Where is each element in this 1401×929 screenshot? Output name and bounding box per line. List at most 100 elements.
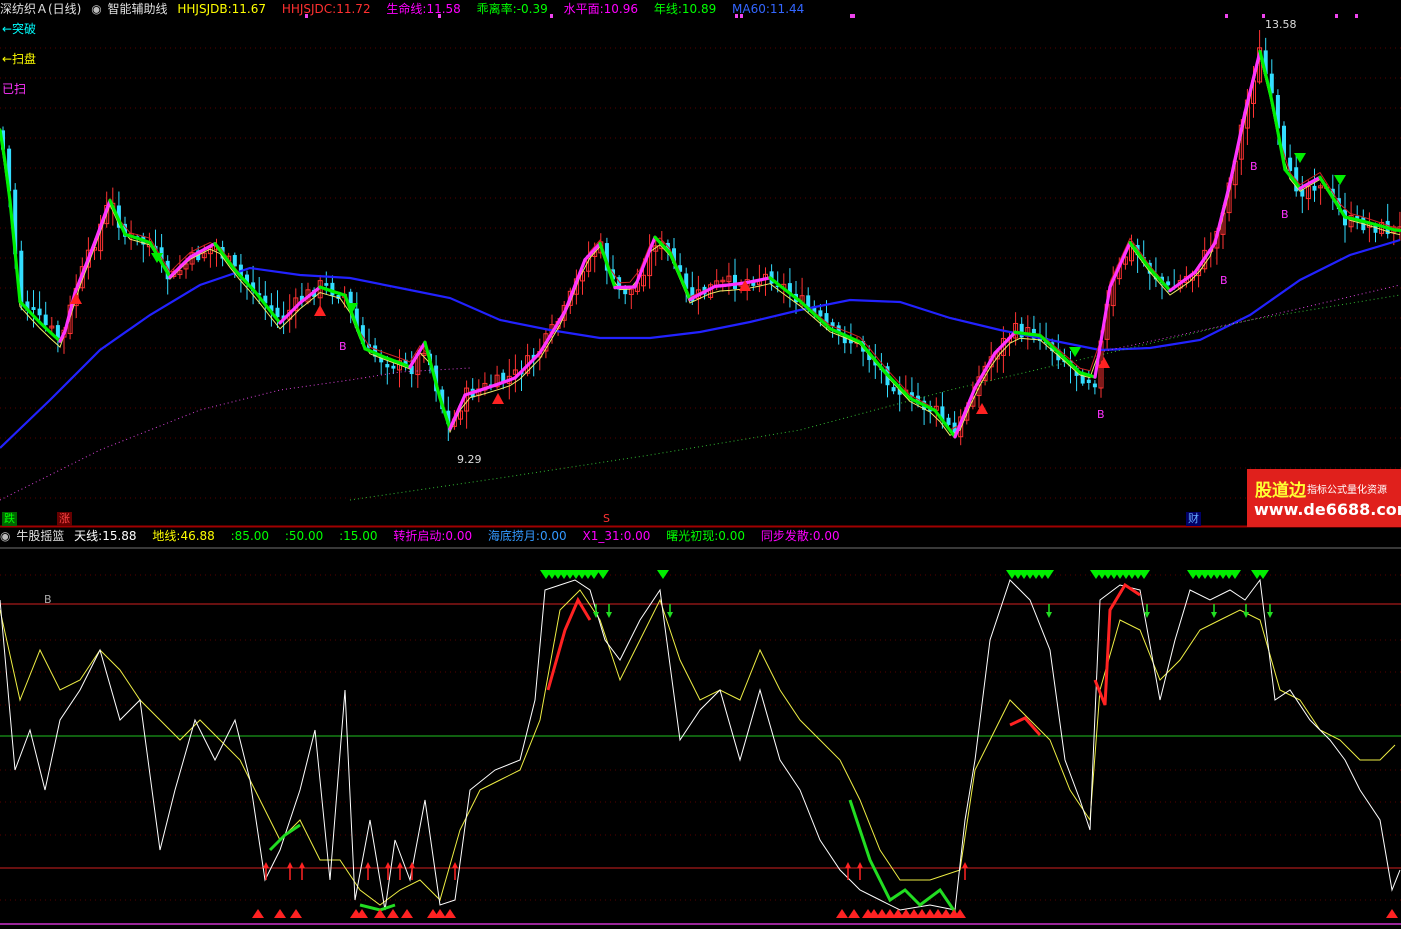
life-line-segment <box>63 310 72 334</box>
candle-body <box>1092 383 1097 388</box>
watermark-url: www.de6688.com <box>1254 500 1401 519</box>
up-arrow-icon <box>397 862 403 868</box>
legend-break: ←突破 <box>2 22 37 36</box>
top-dot-marker <box>1355 14 1358 18</box>
stock-title[interactable]: 深纺织Ａ(日线) <box>0 2 81 16</box>
bottom-buy-triangle-icon <box>387 909 399 918</box>
indicator-name[interactable]: 智能辅助线 <box>108 2 168 16</box>
buy-triangle-icon <box>314 305 326 316</box>
up-arrow-icon <box>409 862 415 868</box>
price-chart[interactable] <box>0 0 1401 929</box>
life-line-segment <box>1118 252 1127 267</box>
red-strength-segment <box>1009 716 1042 736</box>
up-arrow-icon <box>287 862 293 868</box>
top-dot-marker <box>852 14 855 18</box>
watermark-logo: 股道边 指标公式量化资源 www.de6688.com <box>1247 469 1401 527</box>
buy-triangle-icon <box>976 403 988 414</box>
candle-body <box>1086 379 1091 384</box>
high-price-label: 13.58 <box>1265 18 1297 31</box>
candle-body <box>31 307 36 310</box>
hdr-item-4: 水平面:10.96 <box>563 2 638 16</box>
ma60-line <box>0 238 1401 449</box>
sky-line <box>0 578 1401 911</box>
life-line-segment <box>108 198 117 214</box>
b-marker: B <box>1281 208 1289 221</box>
candlestick-series <box>1 30 1401 446</box>
candle-body <box>391 365 396 369</box>
candle-body <box>37 308 42 316</box>
life-line-segment <box>1268 90 1277 119</box>
red-strength-segment <box>1093 582 1141 706</box>
green-weak-segment <box>848 799 957 913</box>
watermark-title: 股道边 <box>1255 481 1306 501</box>
sub-item-6: 海底捞月:0.00 <box>487 529 567 543</box>
legend-sweep: ←扫盘 <box>2 52 37 66</box>
down-arrow-icon <box>667 612 673 618</box>
sub-item-8: 曙光初现:0.00 <box>666 529 745 543</box>
up-arrow-icon <box>365 862 371 868</box>
b-marker: B <box>1250 160 1258 173</box>
life-line-segment <box>1108 274 1117 289</box>
main-chart-header: 深纺织Ａ(日线) ◉ 智能辅助线 HHJSJDB:11.67 HHJSJDC:1… <box>0 0 816 18</box>
down-arrow-icon <box>606 612 612 618</box>
bottom-buy-triangle-icon <box>401 909 413 918</box>
candle-body <box>324 283 329 286</box>
b-marker: B <box>44 593 52 606</box>
top-dot-marker <box>1335 14 1338 18</box>
sub-item-4: :15.00 <box>339 529 378 543</box>
up-arrow-icon <box>263 862 269 868</box>
bottom-buy-triangle-icon <box>274 909 286 918</box>
up-arrow-icon <box>857 862 863 868</box>
top-sell-triangle-icon <box>657 570 669 579</box>
candle-body <box>891 387 896 392</box>
b-marker: B <box>1097 408 1105 421</box>
settings-circle-icon[interactable]: ◉ <box>91 2 101 16</box>
red-strength-segment <box>546 596 592 691</box>
top-dot-marker <box>1225 14 1228 18</box>
b-marker: B <box>1220 274 1228 287</box>
up-arrow-icon <box>845 862 851 868</box>
year-line <box>349 294 1401 501</box>
up-arrow-icon <box>385 862 391 868</box>
life-line-segment <box>1263 70 1272 94</box>
b-marker: B <box>339 340 347 353</box>
sub-item-2: :85.00 <box>230 529 270 543</box>
down-arrow-icon <box>1046 612 1052 618</box>
life-line-segment <box>13 249 22 304</box>
buy-triangle-icon <box>1098 357 1110 368</box>
top-sell-triangle-icon <box>597 570 609 579</box>
settings-circle-icon[interactable]: ◉ <box>0 529 10 543</box>
up-arrow-icon <box>452 862 458 868</box>
sub-item-0: 天线:15.88 <box>74 529 137 543</box>
fall-badge: 跌 <box>2 512 17 526</box>
s-badge: S <box>603 512 610 525</box>
watermark-subtitle: 指标公式量化资源 <box>1307 485 1387 496</box>
hdr-item-3: 乖离率:-0.39 <box>476 2 548 16</box>
down-arrow-icon <box>1211 612 1217 618</box>
rise-badge: 涨 <box>57 512 72 526</box>
sub-indicator-name[interactable]: 牛股摇篮 <box>16 529 64 543</box>
candle-body <box>1312 185 1317 191</box>
bottom-buy-triangle-icon <box>1386 909 1398 918</box>
bottom-buy-triangle-icon <box>848 909 860 918</box>
bottom-buy-triangle-icon <box>836 909 848 918</box>
buy-triangle-icon <box>70 293 82 304</box>
sub-item-7: X1_31:0.00 <box>582 529 651 543</box>
cai-badge: 财 <box>1186 512 1201 526</box>
life-line-segment <box>648 235 657 252</box>
sub-item-5: 转折启动:0.00 <box>393 529 473 543</box>
candle-body <box>385 364 390 368</box>
sell-triangle-icon <box>1334 175 1346 185</box>
sub-chart-header: ◉ 牛股摇篮 天线:15.88 地线:46.88 :85.00 :50.00 :… <box>0 527 852 545</box>
legend-swept: 已扫 <box>2 82 27 96</box>
hdr-item-1: HHJSJDC:11.72 <box>281 2 371 16</box>
down-arrow-icon <box>1243 612 1249 618</box>
sub-item-3: :50.00 <box>284 529 324 543</box>
sub-item-9: 同步发散:0.00 <box>760 529 840 543</box>
up-arrow-icon <box>962 862 968 868</box>
hdr-item-2: 生命线:11.58 <box>386 2 461 16</box>
hdr-item-0: HHJSJDB:11.67 <box>177 2 266 16</box>
bottom-buy-triangle-icon <box>444 909 456 918</box>
hdr-item-6: MA60:11.44 <box>732 2 805 16</box>
bottom-buy-triangle-icon <box>290 909 302 918</box>
